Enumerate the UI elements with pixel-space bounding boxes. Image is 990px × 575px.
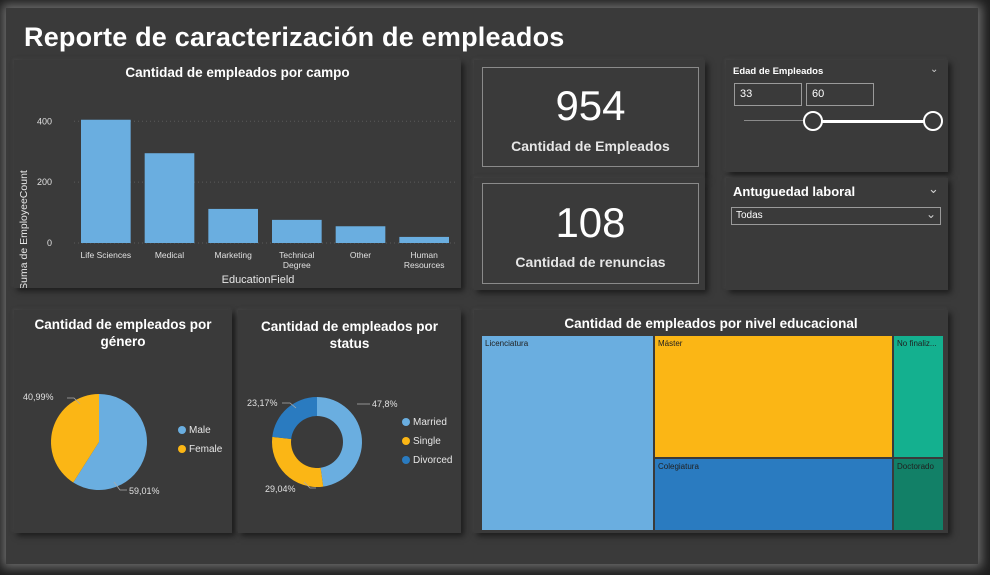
kpi-card-resignations[interactable]: 108 Cantidad de renuncias bbox=[482, 183, 699, 284]
kpi-card-employees[interactable]: 954 Cantidad de Empleados bbox=[482, 67, 699, 167]
gender-label-male: 59,01% bbox=[129, 486, 160, 496]
bar-xtick-label: Marketing bbox=[215, 250, 253, 260]
bar-xtick-label: Medical bbox=[155, 250, 184, 260]
bar-xtick-label: Human bbox=[410, 250, 438, 260]
tenure-slicer-panel: Antuguedad laboral ⌄ Todas ⌄ bbox=[726, 178, 948, 290]
kpi-panel-employees: 954 Cantidad de Empleados bbox=[474, 60, 705, 178]
treemap-tile-no-finalizado[interactable]: No finaliz... bbox=[893, 335, 944, 458]
tenure-slicer-title: Antuguedad laboral bbox=[733, 184, 856, 199]
legend-female[interactable]: Female bbox=[178, 444, 222, 455]
legend-male[interactable]: Male bbox=[178, 425, 211, 436]
bar-2[interactable] bbox=[208, 208, 258, 243]
legend-divorced-label: Divorced bbox=[413, 455, 453, 466]
legend-married-dot bbox=[402, 418, 410, 426]
kpi-employees-label: Cantidad de Empleados bbox=[511, 138, 670, 154]
bar-ytick-label: 400 bbox=[37, 116, 52, 126]
bar-xtick-label: Technical bbox=[279, 250, 315, 260]
legend-divorced[interactable]: Divorced bbox=[402, 455, 452, 466]
bar-chart-panel[interactable]: Cantidad de empleados por campo Suma de … bbox=[14, 60, 461, 288]
legend-single-label: Single bbox=[413, 436, 441, 447]
legend-single-dot bbox=[402, 437, 410, 445]
bar-chart-xlabel: EducationField bbox=[222, 274, 295, 286]
bar-4[interactable] bbox=[335, 226, 386, 243]
gender-label-female: 40,99% bbox=[23, 392, 54, 402]
age-slicer-panel: Edad de Empleados ⌄ 33 60 bbox=[726, 60, 948, 172]
chevron-down-icon[interactable]: ⌄ bbox=[928, 181, 939, 197]
status-label-married: 47,8% bbox=[372, 399, 398, 409]
status-label-single: 29,04% bbox=[265, 484, 296, 494]
legend-married[interactable]: Married bbox=[402, 417, 447, 428]
legend-male-label: Male bbox=[189, 425, 211, 436]
kpi-resignations-label: Cantidad de renuncias bbox=[515, 254, 666, 270]
legend-female-dot bbox=[178, 445, 186, 453]
bar-chart-ylabel: Suma de EmployeeCount bbox=[18, 170, 30, 288]
legend-female-label: Female bbox=[189, 444, 223, 455]
status-slice-married[interactable] bbox=[317, 397, 362, 487]
gender-pie-panel[interactable]: Cantidad de empleados por género 40,99% … bbox=[14, 310, 232, 533]
legend-divorced-dot bbox=[402, 456, 410, 464]
treemap-tile-colegiatura[interactable]: Colegiatura bbox=[654, 458, 893, 531]
age-slider-max-handle[interactable] bbox=[923, 111, 943, 131]
treemap-panel[interactable]: Cantidad de empleados por nivel educacio… bbox=[474, 310, 948, 533]
treemap-tile-licenciatura[interactable]: Licenciatura bbox=[481, 335, 654, 531]
gender-pie-chart[interactable]: 40,99% 59,01% bbox=[14, 310, 232, 533]
age-slicer-title: Edad de Empleados bbox=[733, 66, 824, 77]
status-donut-panel[interactable]: Cantidad de empleados por status 23,17% … bbox=[238, 310, 461, 533]
status-slice-divorced[interactable] bbox=[272, 397, 317, 440]
chevron-down-icon[interactable]: ⌄ bbox=[930, 64, 938, 75]
legend-single[interactable]: Single bbox=[402, 436, 441, 447]
tenure-dropdown-value: Todas bbox=[736, 210, 763, 221]
page-title: Reporte de caracterización de empleados bbox=[24, 22, 565, 52]
bar-xtick-label: Degree bbox=[283, 260, 311, 270]
treemap-title: Cantidad de empleados por nivel educacio… bbox=[564, 316, 858, 331]
bar-0[interactable] bbox=[81, 119, 131, 243]
kpi-employees-value: 954 bbox=[555, 82, 626, 129]
age-min-input[interactable]: 33 bbox=[734, 83, 802, 106]
bar-ytick-label: 200 bbox=[37, 177, 52, 187]
status-label-divorced: 23,17% bbox=[247, 398, 278, 408]
tenure-dropdown[interactable]: Todas ⌄ bbox=[731, 207, 941, 225]
chevron-down-icon: ⌄ bbox=[925, 207, 936, 221]
age-slider-min-handle[interactable] bbox=[803, 111, 823, 131]
bar-chart[interactable]: Suma de EmployeeCount EducationField 0 20… bbox=[14, 60, 461, 288]
bar-xtick-label: Life Sciences bbox=[81, 250, 132, 260]
kpi-panel-resignations: 108 Cantidad de renuncias bbox=[474, 178, 705, 290]
kpi-resignations-value: 108 bbox=[555, 199, 626, 246]
legend-married-label: Married bbox=[413, 417, 447, 428]
bar-1[interactable] bbox=[144, 153, 195, 243]
age-slider-range bbox=[812, 120, 932, 123]
bar-5[interactable] bbox=[399, 236, 449, 243]
bar-xtick-label: Resources bbox=[404, 260, 445, 270]
legend-male-dot bbox=[178, 426, 186, 434]
status-slice-single[interactable] bbox=[272, 436, 324, 487]
bar-ytick-label: 0 bbox=[47, 238, 52, 248]
treemap-tile-master[interactable]: Máster bbox=[654, 335, 893, 458]
bar-xtick-label: Other bbox=[350, 250, 371, 260]
bar-3[interactable] bbox=[272, 219, 322, 243]
age-max-input[interactable]: 60 bbox=[806, 83, 874, 106]
treemap-tile-doctorado[interactable]: Doctorado bbox=[893, 458, 944, 531]
